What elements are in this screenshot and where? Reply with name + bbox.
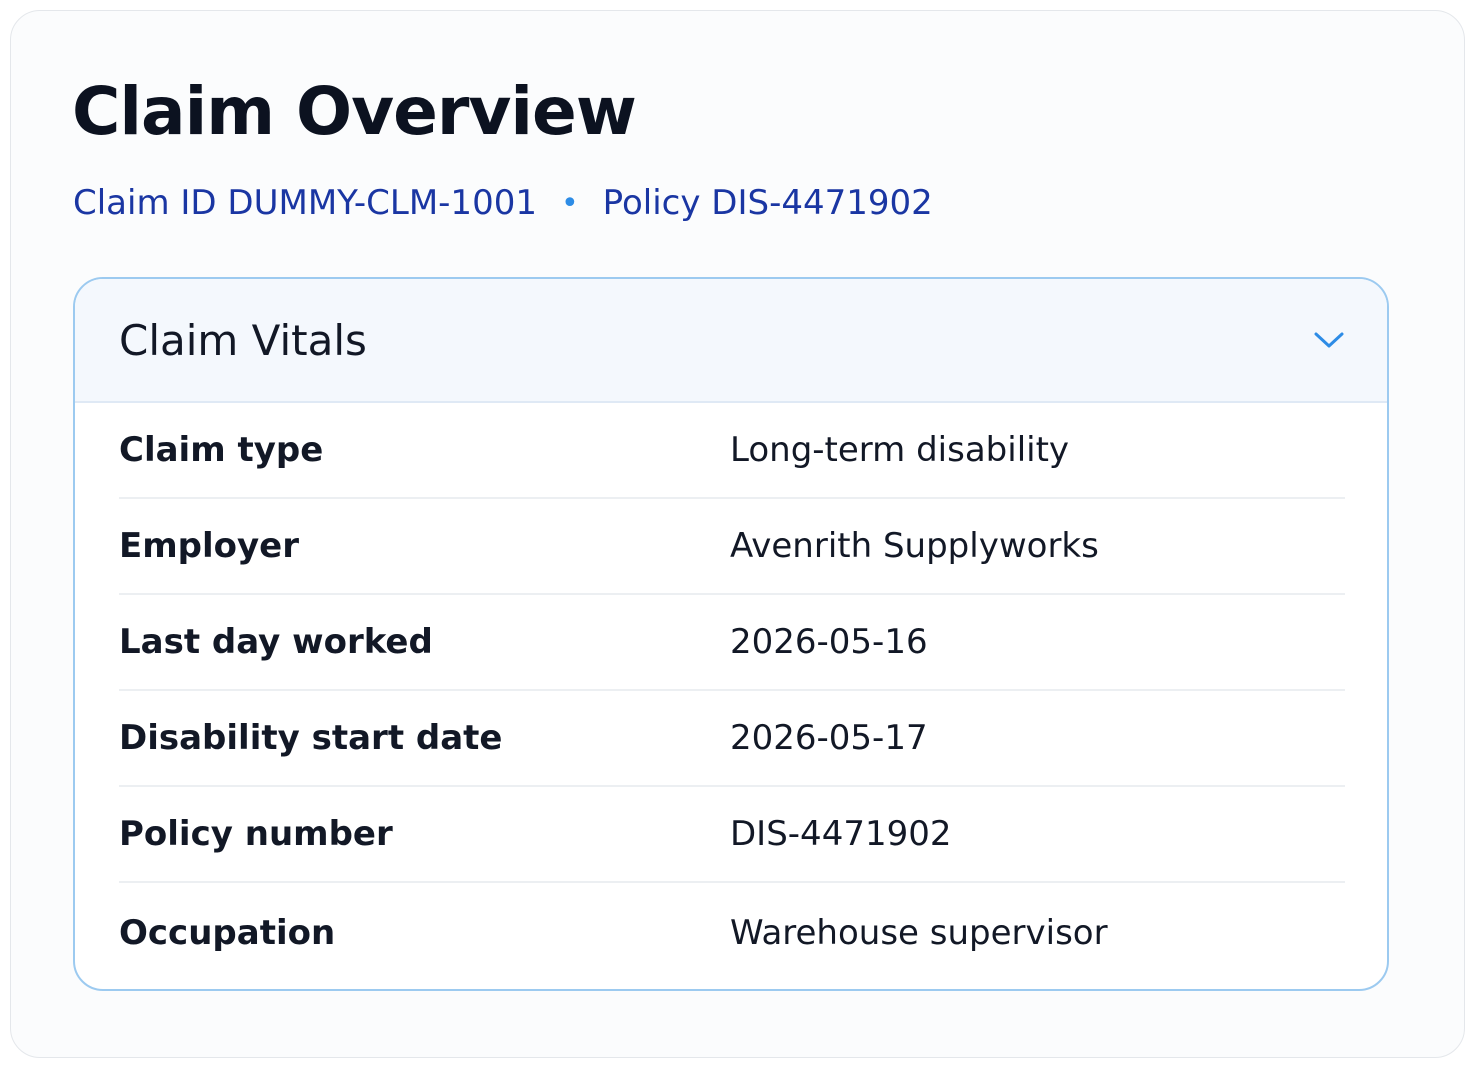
row-value: 2026-05-16 <box>730 622 928 662</box>
row-label: Disability start date <box>119 718 503 758</box>
vitals-row-claim-type: Claim type Long-term disability <box>119 403 1345 499</box>
claim-subtitle: Claim ID DUMMY-CLM-1001 • Policy DIS-447… <box>73 183 933 223</box>
claim-vitals-card: Claim Vitals Claim type Long-term disabi… <box>73 277 1389 991</box>
claim-overview-page: Claim Overview Claim ID DUMMY-CLM-1001 •… <box>10 10 1465 1058</box>
page-title: Claim Overview <box>72 73 637 150</box>
row-label: Policy number <box>119 814 393 854</box>
vitals-row-policy-number: Policy number DIS-4471902 <box>119 787 1345 883</box>
row-label: Claim type <box>119 430 324 470</box>
vitals-row-employer: Employer Avenrith Supplyworks <box>119 499 1345 595</box>
vitals-list: Claim type Long-term disability Employer… <box>75 403 1387 983</box>
claim-vitals-header[interactable]: Claim Vitals <box>75 279 1387 403</box>
vitals-row-last-day-worked: Last day worked 2026-05-16 <box>119 595 1345 691</box>
row-value: Long-term disability <box>730 430 1070 470</box>
row-value: 2026-05-17 <box>730 718 928 758</box>
row-value: Warehouse supervisor <box>730 913 1108 953</box>
row-label: Employer <box>119 526 299 566</box>
policy-link[interactable]: Policy DIS-4471902 <box>603 183 933 223</box>
row-value: Avenrith Supplyworks <box>730 526 1099 566</box>
row-label: Occupation <box>119 913 336 953</box>
vitals-row-disability-start-date: Disability start date 2026-05-17 <box>119 691 1345 787</box>
chevron-down-icon[interactable] <box>1309 320 1349 360</box>
row-label: Last day worked <box>119 622 433 662</box>
vitals-row-occupation: Occupation Warehouse supervisor <box>119 883 1345 983</box>
separator-dot: • <box>560 185 579 221</box>
row-value: DIS-4471902 <box>730 814 952 854</box>
claim-id-link[interactable]: Claim ID DUMMY-CLM-1001 <box>73 183 537 223</box>
claim-vitals-title: Claim Vitals <box>119 315 367 365</box>
